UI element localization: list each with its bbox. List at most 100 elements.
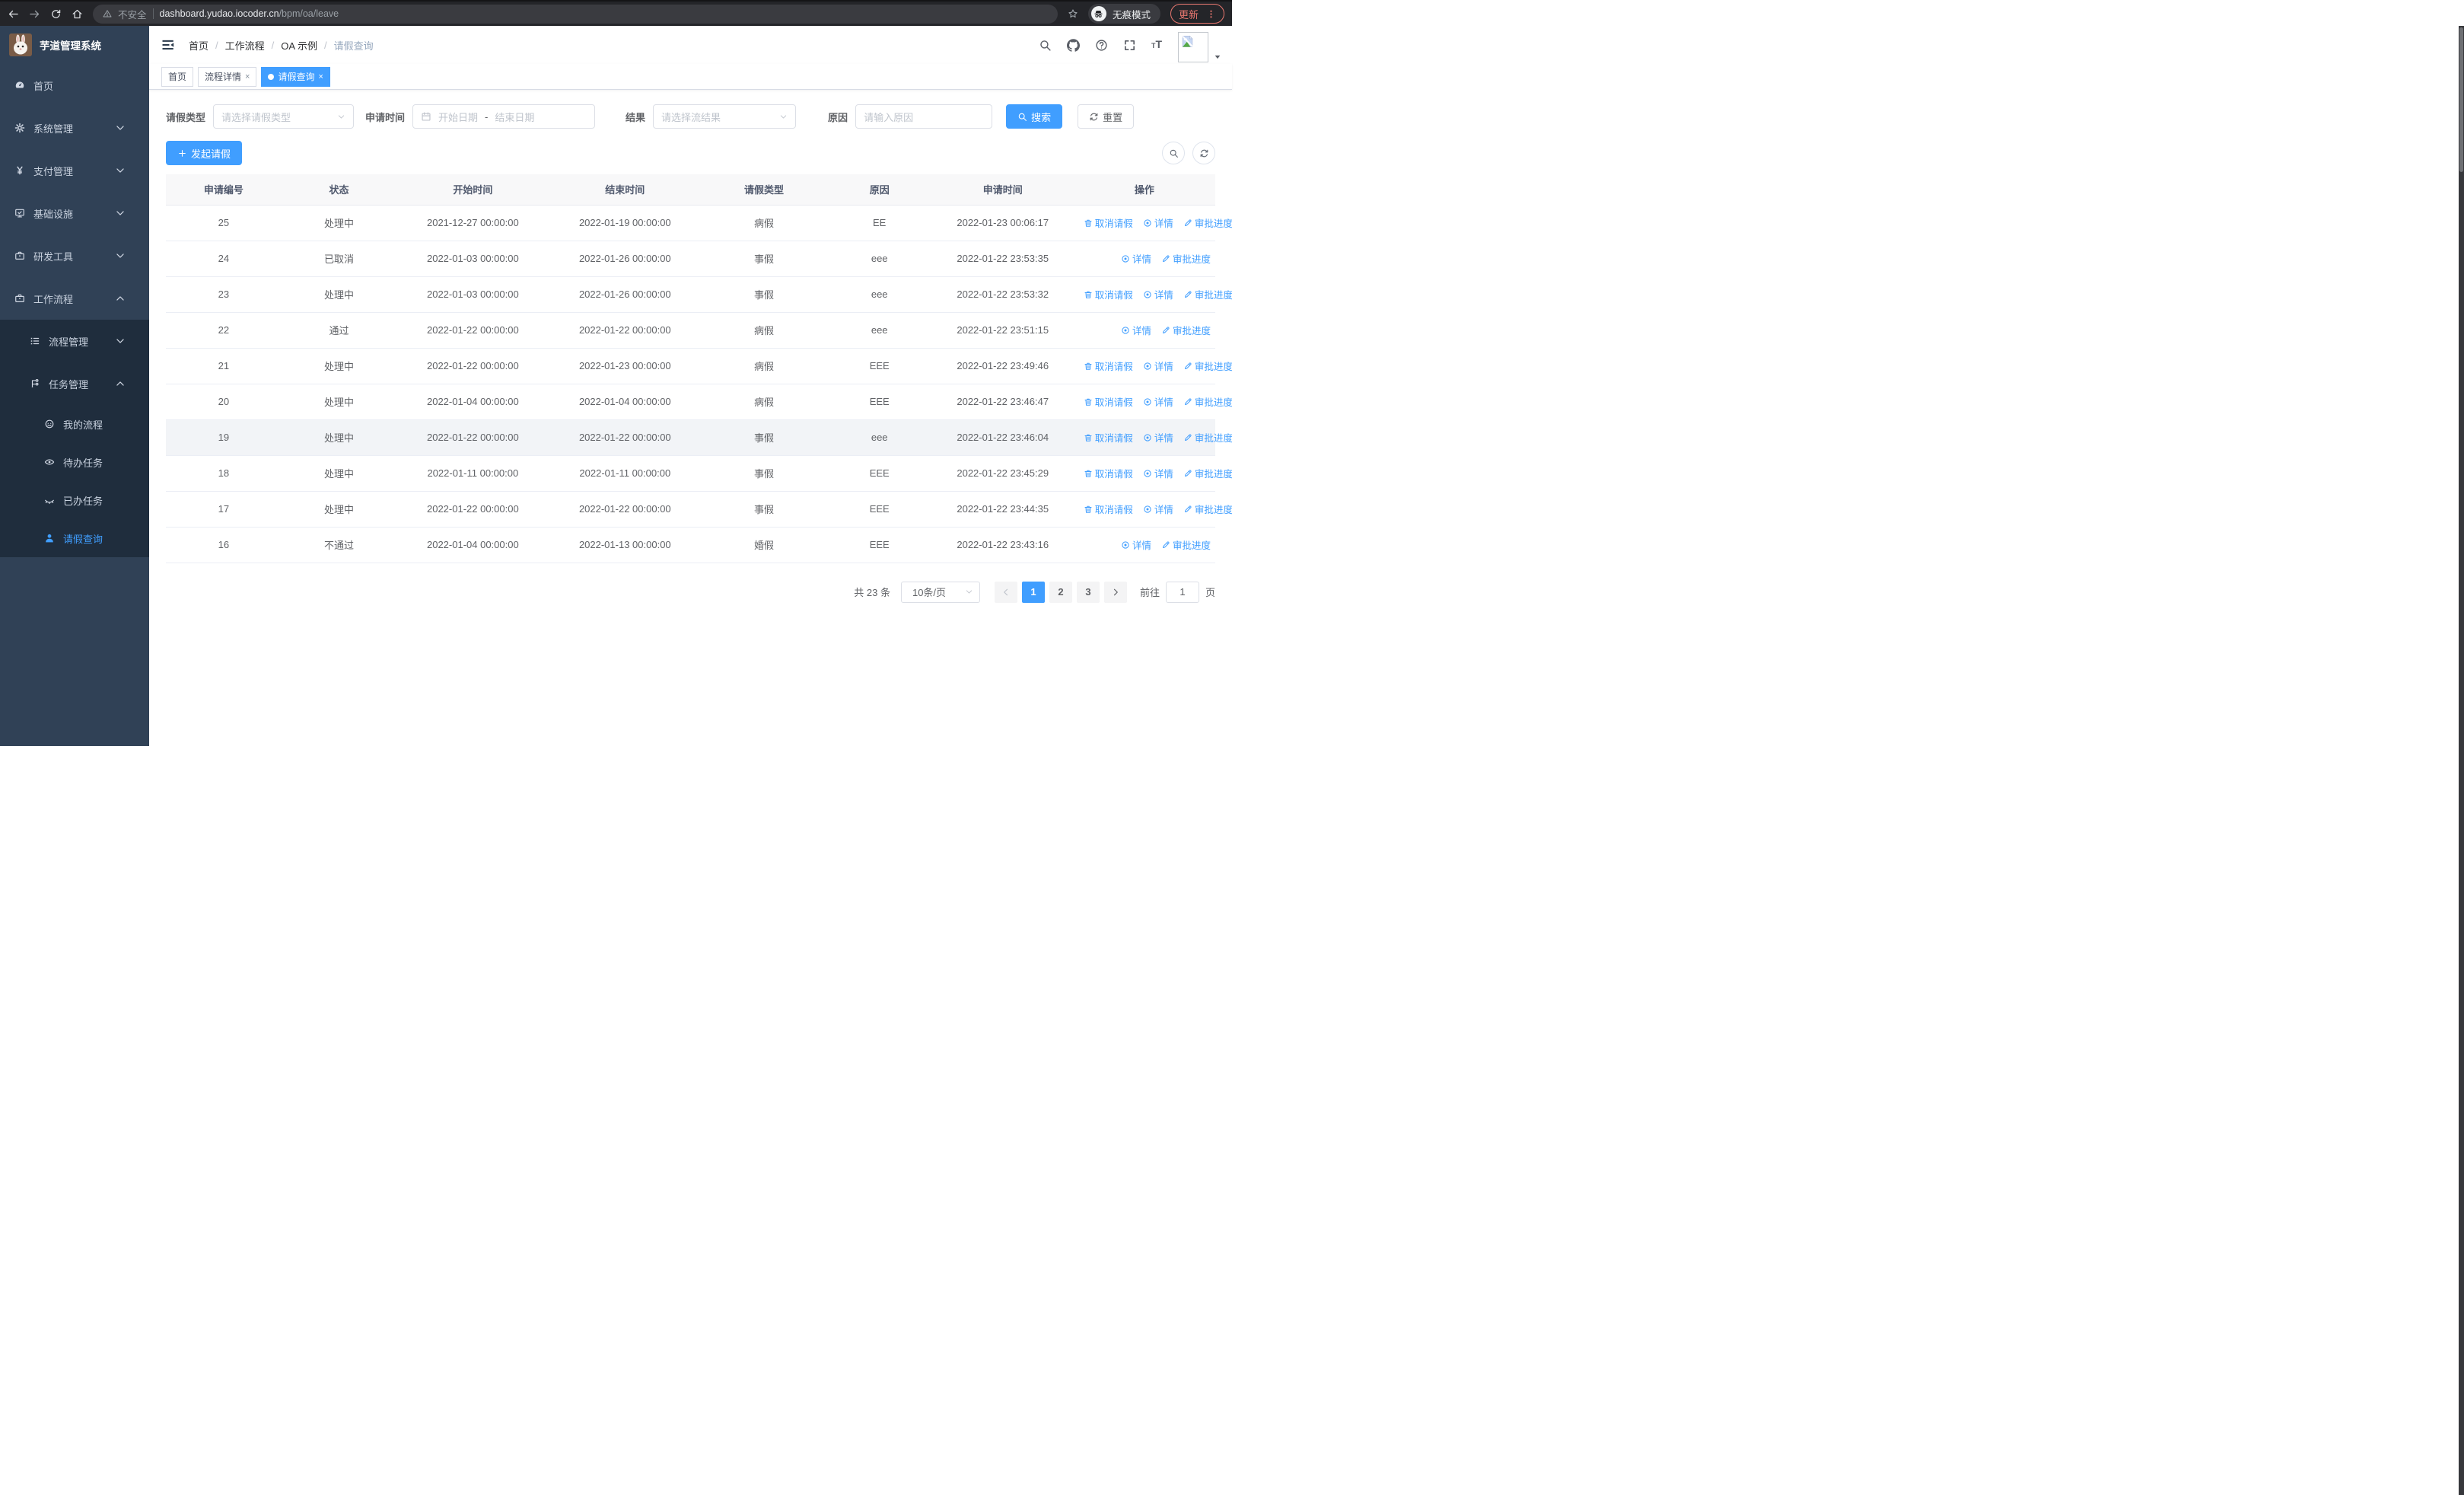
tab-item[interactable]: 首页 xyxy=(161,66,194,87)
detail-action-label: 详情 xyxy=(1154,397,1173,408)
prev-page-button[interactable] xyxy=(994,581,1017,603)
cancel-action-link[interactable]: 取消请假 xyxy=(1084,502,1133,516)
cell-end: 2022-01-22 00:00:00 xyxy=(549,312,702,349)
scrollbar-thumb[interactable] xyxy=(2459,27,2463,172)
cancel-action-link[interactable]: 取消请假 xyxy=(1084,430,1133,445)
tab-item[interactable]: 流程详情 × xyxy=(198,66,257,87)
page-size-select[interactable]: 10条/页 xyxy=(900,581,980,603)
caret-down-icon[interactable] xyxy=(1214,53,1221,61)
tab-close-icon[interactable]: × xyxy=(245,72,250,81)
create-leave-button[interactable]: 发起请假 xyxy=(166,141,243,165)
progress-action-link[interactable]: 审批进度 xyxy=(1183,287,1232,301)
cell-id: 22 xyxy=(166,312,282,349)
page-button-3[interactable]: 3 xyxy=(1076,581,1100,603)
cell-id: 16 xyxy=(166,527,282,563)
reset-button[interactable]: 重置 xyxy=(1078,104,1135,129)
progress-action-link[interactable]: 审批进度 xyxy=(1183,430,1232,445)
detail-action-link[interactable]: 详情 xyxy=(1143,466,1173,480)
apply-time-range-picker[interactable]: 开始日期 - 结束日期 xyxy=(412,104,596,129)
breadcrumb-item[interactable]: 工作流程 xyxy=(225,38,265,53)
help-icon[interactable] xyxy=(1095,39,1108,52)
detail-action-link[interactable]: 详情 xyxy=(1121,323,1151,337)
detail-action-link[interactable]: 详情 xyxy=(1121,537,1151,552)
progress-action-link[interactable]: 审批进度 xyxy=(1161,323,1211,337)
tab-close-icon[interactable]: × xyxy=(318,72,323,81)
sidebar-item[interactable]: 流程管理 xyxy=(0,320,149,362)
cancel-action-link[interactable]: 取消请假 xyxy=(1084,359,1133,373)
tags-view: 首页 流程详情 × 请假查询 × xyxy=(149,64,1232,90)
cancel-action-link[interactable]: 取消请假 xyxy=(1084,466,1133,480)
sidebar-item[interactable]: 首页 xyxy=(0,64,149,107)
tab-active[interactable]: 请假查询 × xyxy=(261,66,330,87)
toggle-search-button[interactable] xyxy=(1162,142,1185,164)
fullscreen-icon[interactable] xyxy=(1123,39,1136,52)
progress-action-link[interactable]: 审批进度 xyxy=(1183,502,1232,516)
reason-input[interactable]: 请输入原因 xyxy=(855,104,993,129)
detail-action-link[interactable]: 详情 xyxy=(1121,251,1151,266)
progress-action-link[interactable]: 审批进度 xyxy=(1183,215,1232,230)
browser-menu-icon[interactable] xyxy=(1206,9,1216,19)
sidebar-item[interactable]: 工作流程 xyxy=(0,277,149,320)
detail-action-link[interactable]: 详情 xyxy=(1143,287,1173,301)
next-page-button[interactable] xyxy=(1103,581,1127,603)
browser-home-icon[interactable] xyxy=(72,8,83,20)
sidebar-logo[interactable]: 芋道管理系统 xyxy=(0,26,149,64)
detail-action-link[interactable]: 详情 xyxy=(1143,359,1173,373)
view-icon xyxy=(1143,505,1152,514)
cancel-action-link[interactable]: 取消请假 xyxy=(1084,394,1133,409)
cell-id: 25 xyxy=(166,205,282,241)
browser-back-icon[interactable] xyxy=(8,8,19,20)
bookmark-star-icon[interactable] xyxy=(1068,8,1078,19)
address-bar[interactable]: 不安全 dashboard.yudao.iocoder.cn/bpm/oa/le… xyxy=(93,4,1058,24)
browser-forward-icon[interactable] xyxy=(29,8,40,20)
font-size-icon[interactable]: TT xyxy=(1151,38,1162,52)
refresh-table-button[interactable] xyxy=(1192,142,1215,164)
sidebar-item[interactable]: 任务管理 xyxy=(0,362,149,405)
breadcrumb-item[interactable]: 首页 xyxy=(189,38,209,53)
page-scrollbar[interactable] xyxy=(2459,26,2464,1495)
cell-status: 处理中 xyxy=(281,491,397,528)
cell-actions: 详情 审批进度 xyxy=(1073,312,1215,349)
header-search-icon[interactable] xyxy=(1039,39,1052,52)
github-icon[interactable] xyxy=(1066,38,1080,52)
sidebar-item[interactable]: 已办任务 xyxy=(0,481,149,519)
trash-icon xyxy=(1084,290,1093,299)
cancel-action-label: 取消请假 xyxy=(1094,397,1133,408)
progress-action-link[interactable]: 审批进度 xyxy=(1183,466,1232,480)
sidebar-item[interactable]: 支付管理 xyxy=(0,149,149,192)
progress-action-link[interactable]: 审批进度 xyxy=(1161,251,1211,266)
page-button-1[interactable]: 1 xyxy=(1021,581,1045,603)
progress-action-link[interactable]: 审批进度 xyxy=(1183,394,1232,409)
breadcrumb-item[interactable]: OA 示例 xyxy=(281,38,317,53)
leave-type-select[interactable]: 请选择请假类型 xyxy=(213,104,355,129)
result-select[interactable]: 请选择流结果 xyxy=(653,104,797,129)
detail-action-link[interactable]: 详情 xyxy=(1143,502,1173,516)
browser-reload-icon[interactable] xyxy=(50,8,62,20)
cancel-action-link[interactable]: 取消请假 xyxy=(1084,287,1133,301)
sidebar-item[interactable]: 我的流程 xyxy=(0,405,149,443)
table-row: 24 已取消 2022-01-03 00:00:00 2022-01-26 00:00… xyxy=(166,241,1215,277)
user-avatar-dropdown[interactable] xyxy=(1178,32,1221,62)
detail-action-link[interactable]: 详情 xyxy=(1143,394,1173,409)
progress-action-link[interactable]: 审批进度 xyxy=(1183,359,1232,373)
browser-update-button[interactable]: 更新 xyxy=(1170,4,1224,24)
cell-actions: 详情 审批进度 xyxy=(1073,527,1215,563)
cell-reason: eee xyxy=(826,419,932,456)
detail-action-link[interactable]: 详情 xyxy=(1143,215,1173,230)
sidebar-item[interactable]: 待办任务 xyxy=(0,443,149,481)
detail-action-link[interactable]: 详情 xyxy=(1143,430,1173,445)
search-button[interactable]: 搜索 xyxy=(1006,104,1063,129)
cell-start: 2022-01-03 00:00:00 xyxy=(396,241,549,277)
sidebar-item[interactable]: 研发工具 xyxy=(0,234,149,277)
sidebar-collapse-icon[interactable] xyxy=(161,38,175,52)
page-button-2[interactable]: 2 xyxy=(1049,581,1072,603)
sidebar-item[interactable]: 请假查询 xyxy=(0,519,149,557)
cancel-action-link[interactable]: 取消请假 xyxy=(1084,215,1133,230)
sidebar-item[interactable]: 系统管理 xyxy=(0,107,149,149)
sidebar-item[interactable]: 基础设施 xyxy=(0,192,149,234)
goto-page-input[interactable] xyxy=(1165,581,1199,603)
avatar[interactable] xyxy=(1178,32,1208,62)
progress-action-link[interactable]: 审批进度 xyxy=(1161,537,1211,552)
sidebar-item-label: 请假查询 xyxy=(63,533,103,545)
cell-reason: EE xyxy=(826,205,932,241)
